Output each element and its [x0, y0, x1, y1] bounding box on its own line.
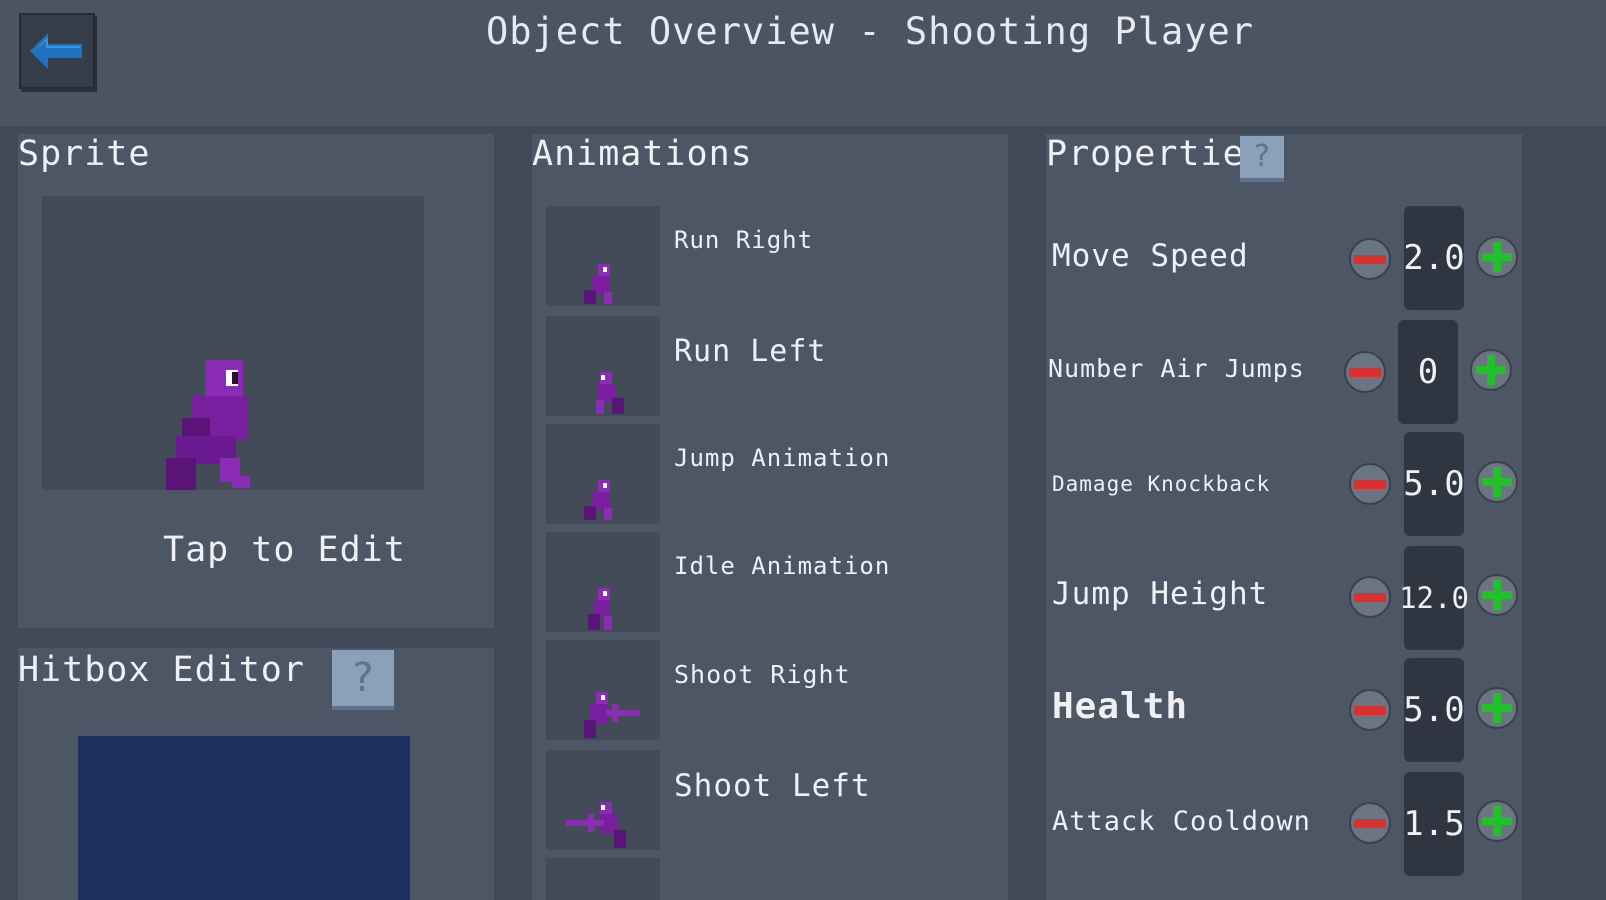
- property-label-jump-height: Jump Height: [1052, 576, 1269, 612]
- animation-label: Run Right: [674, 226, 814, 254]
- question-icon: ?: [1254, 139, 1270, 174]
- properties-help-button[interactable]: ?: [1240, 136, 1284, 178]
- animation-thumbnail: [546, 750, 660, 850]
- move-speed-minus-button[interactable]: [1349, 238, 1391, 280]
- animation-thumbnail: [546, 532, 660, 632]
- sprite-canvas[interactable]: [42, 196, 424, 490]
- hitbox-help-button[interactable]: ?: [332, 650, 394, 706]
- animation-thumbnail-partial: [546, 858, 660, 900]
- damage-knockback-plus-button[interactable]: [1476, 461, 1518, 503]
- property-label-damage-knockback: Damage Knockback: [1052, 472, 1271, 496]
- move-speed-plus-button[interactable]: [1476, 236, 1518, 278]
- plus-icon: [1482, 806, 1512, 836]
- health-value: 5.0: [1403, 658, 1465, 762]
- animation-item-shoot-right[interactable]: Shoot Right: [546, 640, 1008, 744]
- animation-label: Shoot Left: [674, 768, 871, 804]
- plus-icon: [1482, 242, 1512, 272]
- jump-height-plus-button[interactable]: [1476, 574, 1518, 616]
- health-plus-button[interactable]: [1476, 687, 1518, 729]
- minus-icon: [1354, 592, 1386, 602]
- animation-item-shoot-left[interactable]: Shoot Left: [546, 750, 1008, 854]
- damage-knockback-value: 5.0: [1403, 432, 1465, 536]
- animation-item-run-right[interactable]: Run Right: [546, 206, 1008, 310]
- animation-label: Jump Animation: [674, 444, 891, 472]
- tap-to-edit-label[interactable]: Tap to Edit: [163, 530, 406, 570]
- minus-icon: [1354, 254, 1386, 264]
- top-bar: Object Overview - Shooting Player: [0, 0, 1606, 126]
- attack-cooldown-value: 1.5: [1403, 772, 1465, 876]
- animation-thumbnail: [546, 206, 660, 306]
- property-label-health: Health: [1052, 686, 1189, 727]
- animation-thumbnail: [546, 316, 660, 416]
- number-air-jumps-minus-button[interactable]: [1344, 351, 1386, 393]
- page-title: Object Overview - Shooting Player: [485, 10, 1255, 53]
- animation-label: Idle Animation: [674, 552, 891, 580]
- sprite-panel-title: Sprite: [18, 134, 151, 174]
- plus-icon: [1482, 467, 1512, 497]
- jump-height-minus-button[interactable]: [1349, 576, 1391, 618]
- plus-icon: [1482, 693, 1512, 723]
- animation-item-run-left[interactable]: Run Left: [546, 316, 1008, 420]
- question-icon: ?: [352, 655, 374, 701]
- animation-thumbnail: [546, 424, 660, 524]
- jump-height-value: 12.0: [1399, 546, 1469, 650]
- minus-icon: [1354, 818, 1386, 828]
- player-sprite: [166, 360, 250, 490]
- minus-icon: [1354, 705, 1386, 715]
- plus-icon: [1476, 355, 1506, 385]
- property-label-move-speed: Move Speed: [1052, 238, 1249, 274]
- attack-cooldown-plus-button[interactable]: [1476, 800, 1518, 842]
- move-speed-value: 2.0: [1403, 206, 1465, 310]
- animations-panel-title: Animations: [532, 134, 753, 174]
- health-minus-button[interactable]: [1349, 689, 1391, 731]
- property-label-attack-cooldown: Attack Cooldown: [1052, 806, 1311, 837]
- hitbox-canvas[interactable]: [78, 736, 410, 900]
- attack-cooldown-minus-button[interactable]: [1349, 802, 1391, 844]
- minus-icon: [1349, 367, 1381, 377]
- animation-thumbnail: [546, 640, 660, 740]
- number-air-jumps-value: 0: [1398, 320, 1458, 424]
- minus-icon: [1354, 479, 1386, 489]
- plus-icon: [1482, 580, 1512, 610]
- properties-panel-title: Properties: [1046, 134, 1267, 174]
- hitbox-panel-title: Hitbox Editor: [18, 650, 305, 690]
- animation-item-idle-animation[interactable]: Idle Animation: [546, 532, 1008, 636]
- animation-label: Shoot Right: [674, 660, 851, 689]
- number-air-jumps-plus-button[interactable]: [1470, 349, 1512, 391]
- property-label-number-air-jumps: Number Air Jumps: [1048, 354, 1305, 383]
- damage-knockback-minus-button[interactable]: [1349, 463, 1391, 505]
- animation-item-jump-animation[interactable]: Jump Animation: [546, 424, 1008, 528]
- animation-label: Run Left: [674, 334, 827, 369]
